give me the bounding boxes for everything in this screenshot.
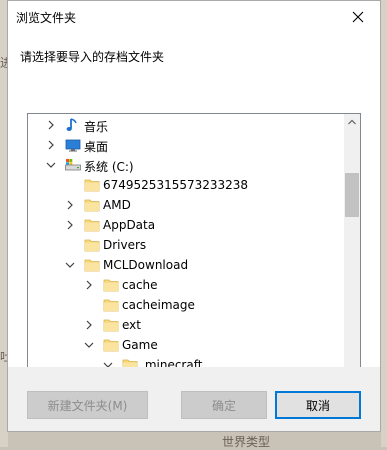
tree-item-label: cache xyxy=(122,278,158,292)
tree-item[interactable]: 6749525315573233238 xyxy=(28,175,344,195)
cancel-button[interactable]: 取消 xyxy=(275,391,361,419)
chevron-right-icon[interactable] xyxy=(45,118,57,132)
folder-icon xyxy=(84,179,100,192)
folder-icon xyxy=(84,259,100,272)
folder-tree[interactable]: 音乐桌面系统 (C:) 6749525315573233238 AMD AppData… xyxy=(27,113,361,402)
tree-item[interactable]: cacheimage xyxy=(28,295,344,315)
dialog-content: 请选择要导入的存档文件夹 音乐桌面系统 (C:) 6749525315573233… xyxy=(8,32,380,431)
drive-icon xyxy=(65,159,81,171)
tree-item-label: MCLDownload xyxy=(103,258,189,272)
folder-icon xyxy=(103,339,119,352)
chevron-right-icon[interactable] xyxy=(64,198,76,212)
chevron-right-icon[interactable] xyxy=(83,278,95,292)
background-text: 世界类型 xyxy=(222,435,271,449)
tree-item[interactable]: 桌面 xyxy=(28,135,344,155)
music-note-icon xyxy=(66,118,77,131)
tree-item-label: Drivers xyxy=(103,238,147,252)
title-bar: 浏览文件夹 xyxy=(8,1,380,32)
tree-item[interactable]: Game xyxy=(28,335,344,355)
tree-item[interactable]: Drivers xyxy=(28,235,344,255)
tree-item-label: Game xyxy=(122,338,158,352)
tree-item[interactable]: ext xyxy=(28,315,344,335)
tree-item[interactable]: AppData xyxy=(28,215,344,235)
chevron-right-icon[interactable] xyxy=(45,138,57,152)
new-folder-button[interactable]: 新建文件夹(M) xyxy=(27,391,148,419)
close-icon xyxy=(352,11,364,22)
tree-item-label: 系统 (C:) xyxy=(84,160,134,174)
scrollbar-thumb[interactable] xyxy=(345,173,359,217)
folder-icon xyxy=(84,219,100,232)
tree-item-label: AppData xyxy=(103,218,156,232)
chevron-down-icon[interactable] xyxy=(45,158,57,172)
browse-folder-dialog: 浏览文件夹 请选择要导入的存档文件夹 音乐桌面系统 (C:) 6749525315… xyxy=(7,0,381,432)
tree-item-label: cacheimage xyxy=(122,298,195,312)
tree-item-label: 音乐 xyxy=(84,120,109,134)
chevron-right-icon[interactable] xyxy=(64,218,76,232)
desktop-icon xyxy=(65,139,81,152)
scroll-up-button[interactable] xyxy=(344,114,360,131)
ok-button[interactable]: 确定 xyxy=(181,391,267,419)
chevron-down-icon[interactable] xyxy=(83,338,95,352)
folder-icon xyxy=(103,319,119,332)
tree-item-label: 桌面 xyxy=(84,140,109,154)
dialog-title: 浏览文件夹 xyxy=(16,11,77,25)
chevron-down-icon[interactable] xyxy=(64,258,76,272)
folder-icon xyxy=(84,239,100,252)
folder-icon xyxy=(103,299,119,312)
tree-item[interactable]: MCLDownload xyxy=(28,255,344,275)
tree-item-label: ext xyxy=(122,318,141,332)
folder-icon xyxy=(84,199,100,212)
chevron-right-icon[interactable] xyxy=(83,318,95,332)
folder-tree-rows: 音乐桌面系统 (C:) 6749525315573233238 AMD AppData… xyxy=(28,114,344,401)
tree-item-label: 6749525315573233238 xyxy=(103,178,249,192)
background-window-right xyxy=(381,0,387,447)
chevron-up-icon xyxy=(348,119,356,125)
folder-icon xyxy=(103,279,119,292)
dialog-prompt: 请选择要导入的存档文件夹 xyxy=(20,50,165,64)
tree-item[interactable]: AMD xyxy=(28,195,344,215)
tree-item[interactable]: 音乐 xyxy=(28,115,344,135)
tree-item[interactable]: 系统 (C:) xyxy=(28,155,344,175)
vertical-scrollbar[interactable] xyxy=(344,114,360,401)
tree-item-label: AMD xyxy=(103,198,131,212)
tree-item[interactable]: cache xyxy=(28,275,344,295)
close-button[interactable] xyxy=(336,1,380,32)
